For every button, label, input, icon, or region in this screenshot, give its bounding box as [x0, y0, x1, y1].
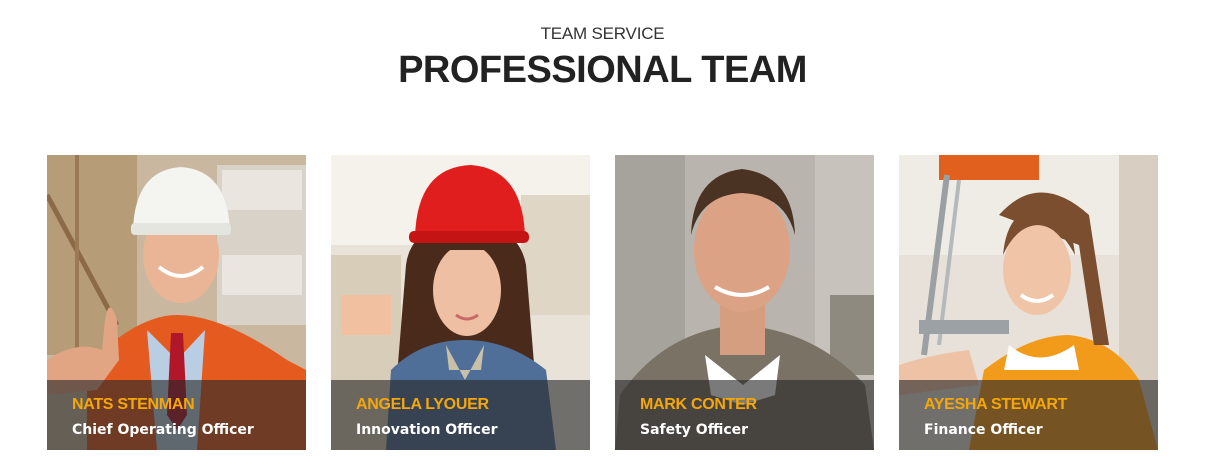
- team-member-name[interactable]: AYESHA STEWART: [924, 396, 1067, 414]
- team-caption: MARK CONTER Safety Officer: [615, 380, 874, 450]
- section-title: PROFESSIONAL TEAM: [398, 49, 807, 91]
- team-card-3[interactable]: MARK CONTER Safety Officer: [615, 155, 874, 450]
- team-member-role: Safety Officer: [640, 422, 749, 438]
- team-member-role: Finance Officer: [924, 422, 1043, 438]
- team-member-role: Innovation Officer: [356, 422, 498, 438]
- team-caption: NATS STENMAN Chief Operating Officer: [47, 380, 306, 450]
- team-member-name[interactable]: MARK CONTER: [640, 396, 757, 414]
- team-card-1[interactable]: NATS STENMAN Chief Operating Officer: [47, 155, 306, 450]
- team-card-4[interactable]: AYESHA STEWART Finance Officer: [899, 155, 1158, 450]
- team-caption: ANGELA LYOUER Innovation Officer: [331, 380, 590, 450]
- team-member-name[interactable]: NATS STENMAN: [72, 396, 195, 414]
- team-member-name[interactable]: ANGELA LYOUER: [356, 396, 489, 414]
- team-member-role: Chief Operating Officer: [72, 422, 254, 438]
- team-caption: AYESHA STEWART Finance Officer: [899, 380, 1158, 450]
- section-kicker: TEAM SERVICE: [540, 24, 665, 43]
- team-card-2[interactable]: ANGELA LYOUER Innovation Officer: [331, 155, 590, 450]
